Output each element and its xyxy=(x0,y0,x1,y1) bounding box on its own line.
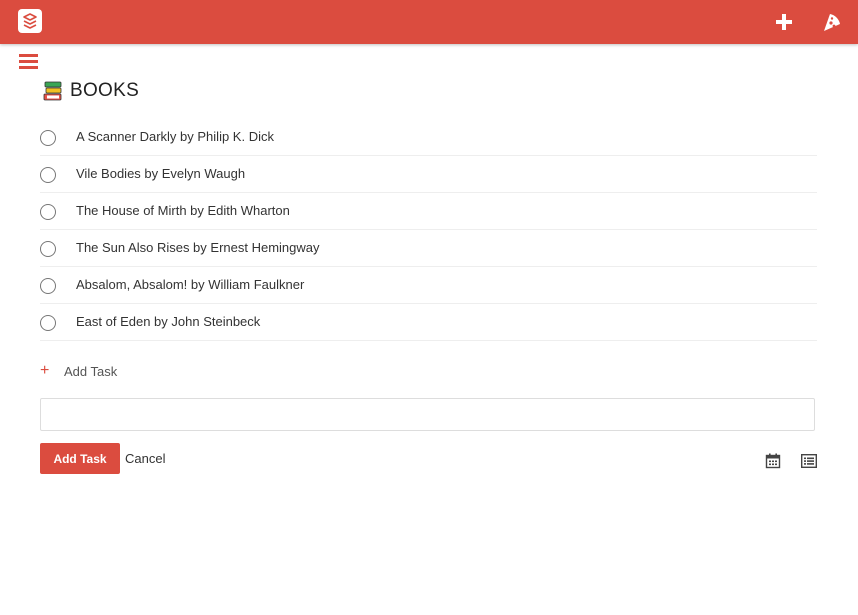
task-checkbox[interactable] xyxy=(40,315,56,331)
menu-bar xyxy=(19,60,38,63)
cancel-link[interactable]: Cancel xyxy=(125,451,165,466)
add-task-link[interactable]: + Add Task xyxy=(40,361,117,381)
task-checkbox[interactable] xyxy=(40,204,56,220)
task-list: A Scanner Darkly by Philip K. Dick Vile … xyxy=(40,119,817,341)
plus-icon[interactable] xyxy=(772,10,796,34)
books-emoji-icon xyxy=(42,80,64,102)
pizza-slice-icon[interactable] xyxy=(821,11,843,33)
add-task-submit-button[interactable]: Add Task xyxy=(40,443,120,474)
top-bar xyxy=(0,0,858,44)
task-text[interactable]: East of Eden by John Steinbeck xyxy=(76,314,260,329)
task-item[interactable]: The Sun Also Rises by Ernest Hemingway xyxy=(40,230,817,267)
task-item[interactable]: Vile Bodies by Evelyn Waugh xyxy=(40,156,817,193)
task-checkbox[interactable] xyxy=(40,130,56,146)
add-plus-icon: + xyxy=(40,362,50,379)
task-text[interactable]: Absalom, Absalom! by William Faulkner xyxy=(76,277,304,292)
project-title: BOOKS xyxy=(70,80,140,101)
calendar-icon[interactable] xyxy=(765,453,781,469)
task-checkbox[interactable] xyxy=(40,167,56,183)
task-checkbox[interactable] xyxy=(40,241,56,257)
task-text[interactable]: The Sun Also Rises by Ernest Hemingway xyxy=(76,240,320,255)
todoist-logo-icon[interactable] xyxy=(18,9,42,33)
menu-bar xyxy=(19,54,38,57)
task-text[interactable]: A Scanner Darkly by Philip K. Dick xyxy=(76,129,274,144)
task-item[interactable]: A Scanner Darkly by Philip K. Dick xyxy=(40,119,817,156)
task-checkbox[interactable] xyxy=(40,278,56,294)
task-content-input[interactable] xyxy=(40,398,815,431)
add-task-label: Add Task xyxy=(64,363,118,379)
task-item[interactable]: East of Eden by John Steinbeck xyxy=(40,304,817,341)
task-item[interactable]: The House of Mirth by Edith Wharton xyxy=(40,193,817,230)
task-text[interactable]: Vile Bodies by Evelyn Waugh xyxy=(76,166,245,181)
hamburger-menu-icon[interactable] xyxy=(19,54,38,70)
project-header: BOOKS xyxy=(42,78,139,104)
list-icon[interactable] xyxy=(800,453,818,469)
task-item[interactable]: Absalom, Absalom! by William Faulkner xyxy=(40,267,817,304)
task-text[interactable]: The House of Mirth by Edith Wharton xyxy=(76,203,290,218)
menu-bar xyxy=(19,66,38,69)
